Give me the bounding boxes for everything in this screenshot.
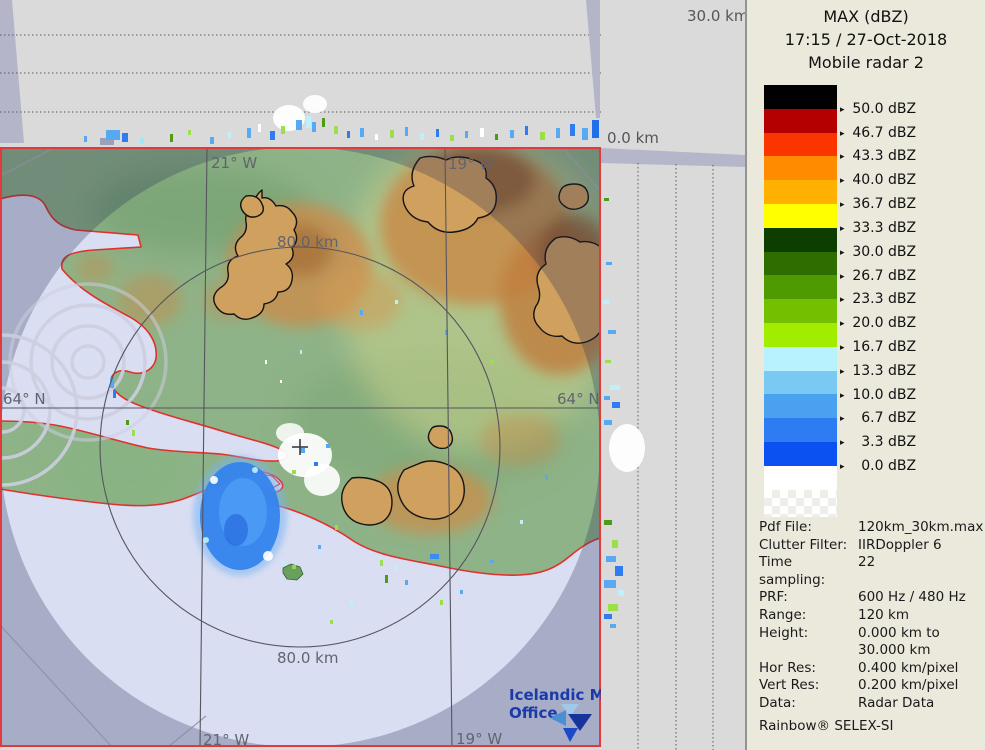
tick-arrow-icon: ▸: [840, 224, 845, 234]
tick-arrow-icon: ▸: [840, 391, 845, 401]
tick-arrow-icon: ▸: [840, 152, 845, 162]
legend-tick: ▸3.3 dBZ: [840, 434, 970, 450]
legend-tick: ▸6.7 dBZ: [840, 410, 970, 426]
product-title: MAX (dBZ): [747, 5, 985, 28]
label-lat-right: 64° N: [557, 390, 600, 408]
legend-swatch: [764, 323, 837, 347]
tick-arrow-icon: ▸: [840, 343, 845, 353]
radar-map-svg: 21° W 19° W 21° W 19° W 64° N 64° N 80.0…: [0, 0, 745, 750]
meta-row-prf: PRF:600 Hz / 480 Hz: [759, 589, 981, 607]
meta-row-clutter-filter: Clutter Filter:IIRDoppler 6: [759, 537, 981, 555]
legend-swatch: [764, 204, 837, 228]
meta-row-data: Data:Radar Data: [759, 695, 981, 713]
meta-row-range: Range:120 km: [759, 607, 981, 625]
sidebar-header: MAX (dBZ) 17:15 / 27-Oct-2018 Mobile rad…: [747, 5, 985, 74]
radar-map-canvas[interactable]: 21° W 19° W 21° W 19° W 64° N 64° N 80.0…: [0, 0, 745, 750]
legend-tick: ▸30.0 dBZ: [840, 244, 970, 260]
legend-swatch: [764, 156, 837, 180]
map-area: 21° W 19° W 21° W 19° W 64° N 64° N 80.0…: [0, 130, 622, 749]
tick-arrow-icon: ▸: [840, 438, 845, 448]
legend-tick: ▸13.3 dBZ: [840, 363, 970, 379]
legend-swatch: [764, 418, 837, 442]
legend-tick: ▸0.0 dBZ: [840, 458, 970, 474]
legend-swatch: [764, 180, 837, 204]
radar-name: Mobile radar 2: [747, 51, 985, 74]
meta-row-height: Height:0.000 km to 30.000 km: [759, 625, 981, 660]
legend-swatch: [764, 133, 837, 157]
legend-transparency-checker: [764, 490, 837, 517]
legend-swatch: [764, 347, 837, 371]
legend-swatch: [764, 394, 837, 418]
label-height-max: 30.0 km: [687, 7, 745, 25]
legend-tick: ▸26.7 dBZ: [840, 268, 970, 284]
tick-arrow-icon: ▸: [840, 295, 845, 305]
legend-tick: ▸50.0 dBZ: [840, 101, 970, 117]
legend-swatch: [764, 109, 837, 133]
meta-row-hor-res: Hor Res:0.400 km/pixel: [759, 660, 981, 678]
legend-swatch: [764, 228, 837, 252]
tick-arrow-icon: ▸: [840, 272, 845, 282]
label-lon-left-top: 21° W: [211, 154, 257, 172]
info-sidebar: MAX (dBZ) 17:15 / 27-Oct-2018 Mobile rad…: [745, 0, 985, 750]
legend-tick: ▸33.3 dBZ: [840, 220, 970, 236]
label-lon-right-top: 19° W: [448, 155, 494, 173]
scan-datetime: 17:15 / 27-Oct-2018: [747, 28, 985, 51]
tick-arrow-icon: ▸: [840, 414, 845, 424]
tick-arrow-icon: ▸: [840, 105, 845, 115]
label-lon-left-bottom: 21° W: [203, 731, 249, 749]
legend-swatch: [764, 85, 837, 109]
dbz-color-legend: ▸50.0 dBZ ▸46.7 dBZ ▸43.3 dBZ ▸40.0 dBZ …: [764, 85, 974, 525]
legend-tick: ▸40.0 dBZ: [840, 172, 970, 188]
legend-tick: ▸23.3 dBZ: [840, 291, 970, 307]
tick-arrow-icon: ▸: [840, 367, 845, 377]
legend-below-scale-white: [764, 466, 837, 490]
legend-swatch: [764, 442, 837, 466]
label-height-min: 0.0 km: [607, 129, 659, 147]
software-brand: Rainbow® SELEX-SI: [759, 718, 981, 736]
legend-swatch: [764, 371, 837, 395]
tick-arrow-icon: ▸: [840, 248, 845, 258]
scan-metadata: Pdf File:120km_30km.max Clutter Filter:I…: [759, 519, 981, 735]
label-range-ring-bottom: 80.0 km: [277, 649, 338, 667]
legend-tick: ▸16.7 dBZ: [840, 339, 970, 355]
tick-arrow-icon: ▸: [840, 129, 845, 139]
legend-tick: ▸46.7 dBZ: [840, 125, 970, 141]
legend-swatch: [764, 252, 837, 276]
label-lat-left: 64° N: [3, 390, 46, 408]
legend-swatch: [764, 275, 837, 299]
legend-swatch-column: [764, 85, 837, 466]
tick-arrow-icon: ▸: [840, 200, 845, 210]
tick-arrow-icon: ▸: [840, 462, 845, 472]
legend-swatch: [764, 299, 837, 323]
legend-tick: ▸36.7 dBZ: [840, 196, 970, 212]
tick-arrow-icon: ▸: [840, 319, 845, 329]
legend-tick: ▸43.3 dBZ: [840, 148, 970, 164]
meta-row-time-sampling: Time sampling:22: [759, 554, 981, 589]
radar-app-window: 21° W 19° W 21° W 19° W 64° N 64° N 80.0…: [0, 0, 985, 750]
meta-row-pdf-file: Pdf File:120km_30km.max: [759, 519, 981, 537]
legend-tick: ▸10.0 dBZ: [840, 387, 970, 403]
tick-arrow-icon: ▸: [840, 176, 845, 186]
label-range-ring-top: 80.0 km: [277, 233, 338, 251]
label-lon-right-bottom: 19° W: [456, 730, 502, 748]
meta-row-vert-res: Vert Res:0.200 km/pixel: [759, 677, 981, 695]
legend-tick: ▸20.0 dBZ: [840, 315, 970, 331]
imo-logo-text-line2: Office: [509, 704, 558, 722]
